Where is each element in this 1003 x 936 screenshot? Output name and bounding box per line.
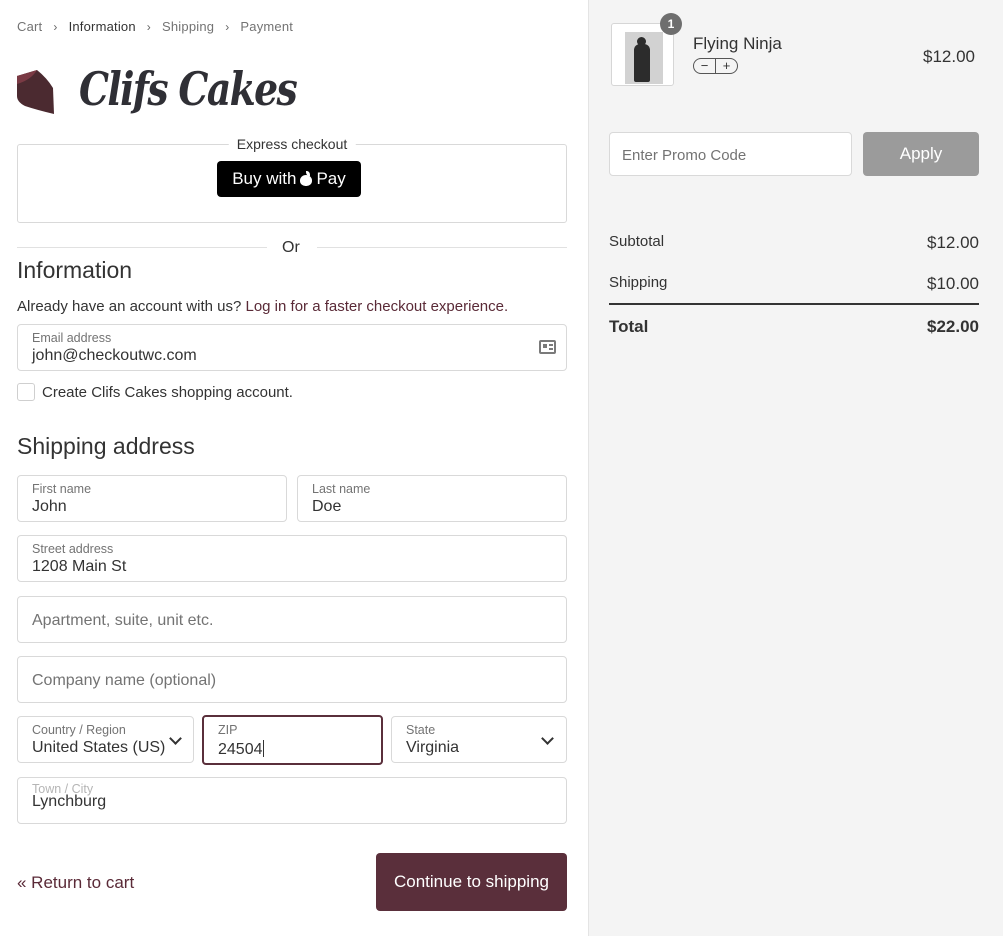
city-value[interactable]: Lynchburg [32, 793, 106, 811]
quantity-stepper[interactable]: − + [693, 58, 738, 74]
shipping-label: Shipping [609, 274, 668, 291]
apartment-field[interactable]: Apartment, suite, unit etc. [17, 596, 567, 643]
zip-field[interactable]: ZIP 24504 [202, 715, 383, 765]
apple-icon [300, 171, 313, 186]
zip-label: ZIP [218, 723, 238, 737]
shipping-value: $10.00 [927, 274, 979, 293]
apple-pay-suffix: Pay [316, 169, 346, 188]
state-select[interactable]: State Virginia [391, 716, 567, 763]
divider-line [317, 247, 567, 248]
state-label: State [406, 723, 436, 737]
create-account-label[interactable]: Create Clifs Cakes shopping account. [42, 384, 293, 401]
street-address-label: Street address [32, 542, 114, 556]
order-summary: 1 Flying Ninja − + $12.00 Enter Promo Co… [588, 0, 1003, 936]
email-field[interactable]: Email address john@checkoutwc.com [17, 324, 567, 371]
street-address-value[interactable]: 1208 Main St [32, 558, 126, 576]
checkout-page: Cart › Information › Shipping › Payment … [0, 0, 1003, 936]
quantity-badge: 1 [660, 13, 682, 35]
or-label: Or [282, 239, 300, 256]
summary-divider [609, 303, 979, 305]
subtotal-row: Subtotal $12.00 [609, 233, 979, 253]
email-value[interactable]: john@checkoutwc.com [32, 347, 197, 365]
apartment-placeholder: Apartment, suite, unit etc. [32, 612, 214, 629]
chevron-right-icon: › [53, 19, 58, 34]
continue-to-shipping-button[interactable]: Continue to shipping [376, 853, 567, 911]
chevron-down-icon [169, 732, 182, 745]
divider-line [17, 247, 267, 248]
email-label: Email address [32, 331, 112, 345]
first-name-value[interactable]: John [32, 498, 67, 516]
company-placeholder: Company name (optional) [32, 672, 217, 689]
apple-pay-prefix: Buy with [232, 169, 297, 188]
store-logo[interactable]: Clifs Cakes [17, 62, 298, 124]
first-name-field[interactable]: First name John [17, 475, 287, 522]
promo-code-input[interactable]: Enter Promo Code [609, 132, 852, 176]
country-label: Country / Region [32, 723, 126, 737]
product-name: Flying Ninja [693, 34, 782, 53]
zip-value[interactable]: 24504 [218, 740, 264, 759]
promo-code-placeholder: Enter Promo Code [622, 147, 747, 164]
shipping-row: Shipping $10.00 [609, 274, 979, 294]
last-name-value[interactable]: Doe [312, 498, 341, 516]
last-name-field[interactable]: Last name Doe [297, 475, 567, 522]
checkout-main: Cart › Information › Shipping › Payment … [0, 0, 588, 936]
shipping-address-heading: Shipping address [17, 433, 195, 459]
logo-text: Clifs Cakes [79, 62, 298, 116]
total-value: $22.00 [927, 317, 979, 336]
cake-slice-icon [17, 70, 54, 114]
breadcrumb-information: Information [68, 19, 136, 34]
breadcrumb-shipping: Shipping [162, 19, 215, 34]
total-label: Total [609, 317, 649, 336]
express-checkout-title: Express checkout [228, 136, 356, 152]
return-to-cart-link[interactable]: « Return to cart [17, 873, 134, 893]
decrease-quantity-button[interactable]: − [694, 59, 716, 73]
text-cursor [262, 740, 264, 757]
contact-card-icon [539, 340, 556, 354]
last-name-label: Last name [312, 482, 371, 496]
product-price: $12.00 [923, 47, 975, 66]
apple-pay-button[interactable]: Buy with Pay [217, 161, 361, 197]
total-row: Total $22.00 [609, 317, 979, 337]
chevron-right-icon: › [146, 19, 151, 34]
account-prompt-text: Already have an account with us? [17, 298, 242, 315]
breadcrumb: Cart › Information › Shipping › Payment [17, 19, 293, 34]
apply-promo-button[interactable]: Apply [863, 132, 979, 176]
street-address-field[interactable]: Street address 1208 Main St [17, 535, 567, 582]
login-link[interactable]: Log in for a faster checkout experience. [245, 298, 508, 315]
express-checkout: Express checkout Buy with Pay [17, 136, 567, 223]
create-account-row[interactable]: Create Clifs Cakes shopping account. [17, 383, 293, 401]
account-prompt: Already have an account with us? Log in … [17, 298, 508, 315]
company-field[interactable]: Company name (optional) [17, 656, 567, 703]
city-field[interactable]: Town / City Lynchburg [17, 777, 567, 824]
country-value: United States (US) [32, 739, 166, 756]
ninja-figure [634, 44, 650, 82]
increase-quantity-button[interactable]: + [716, 59, 737, 73]
or-divider: Or [17, 239, 567, 257]
create-account-checkbox[interactable] [17, 383, 35, 401]
first-name-label: First name [32, 482, 92, 496]
country-select[interactable]: Country / Region United States (US) [17, 716, 194, 763]
state-value: Virginia [406, 739, 460, 756]
chevron-down-icon [541, 732, 554, 745]
breadcrumb-cart[interactable]: Cart [17, 19, 42, 34]
breadcrumb-payment: Payment [240, 19, 294, 34]
subtotal-value: $12.00 [927, 233, 979, 252]
chevron-right-icon: › [225, 19, 230, 34]
subtotal-label: Subtotal [609, 233, 665, 250]
information-heading: Information [17, 257, 133, 283]
